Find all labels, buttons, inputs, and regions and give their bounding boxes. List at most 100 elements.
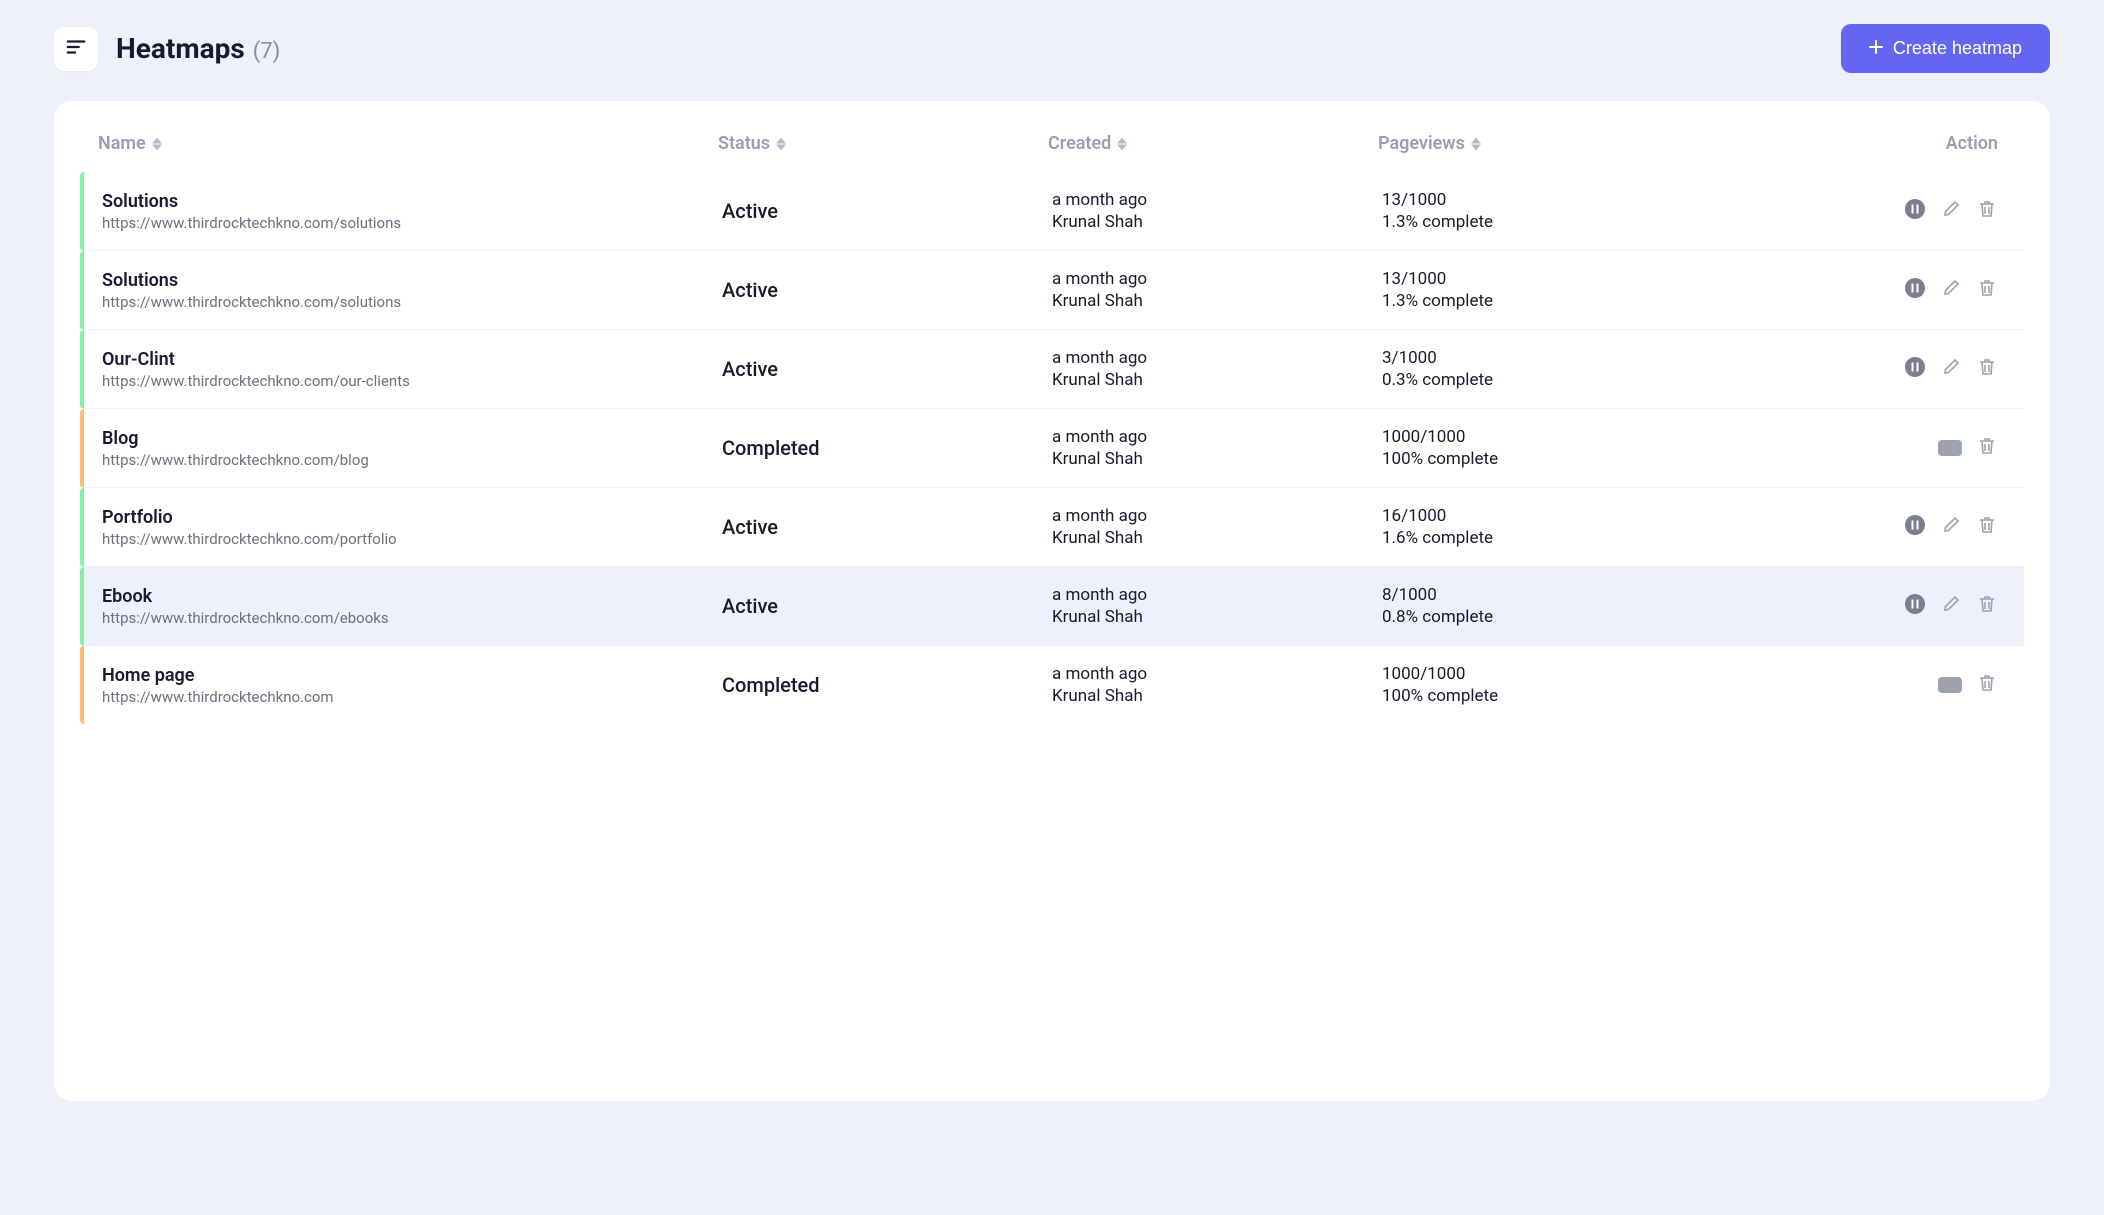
row-url: https://www.thirdrocktechkno.com: [102, 688, 722, 706]
row-created-ago: a month ago: [1052, 348, 1382, 368]
row-status: Active: [722, 199, 1052, 223]
table-header: Name Status Created: [54, 101, 2050, 172]
pause-button[interactable]: [1904, 358, 1926, 380]
header-name[interactable]: Name: [98, 133, 162, 154]
row-pageviews-count: 3/1000: [1382, 348, 1732, 368]
pause-button[interactable]: [1904, 595, 1926, 617]
delete-button[interactable]: [1976, 437, 1998, 459]
header-created-label: Created: [1048, 133, 1111, 154]
delete-button[interactable]: [1976, 516, 1998, 538]
page-title-count: (7): [253, 39, 281, 64]
table-row[interactable]: Solutions https://www.thirdrocktechkno.co…: [80, 251, 2024, 330]
header-pageviews[interactable]: Pageviews: [1378, 133, 1481, 154]
header-status-label: Status: [718, 133, 770, 154]
row-pageviews-pct: 1.3% complete: [1382, 212, 1732, 232]
row-actions: [1732, 674, 2006, 696]
create-heatmap-button[interactable]: Create heatmap: [1841, 24, 2050, 73]
topbar: Heatmaps (7) Create heatmap: [54, 24, 2050, 73]
edit-button[interactable]: [1940, 358, 1962, 380]
header-name-label: Name: [98, 133, 146, 154]
row-pageviews-pct: 100% complete: [1382, 449, 1732, 469]
page-title-text: Heatmaps: [116, 32, 245, 65]
trash-icon: [1977, 673, 1997, 697]
edit-button[interactable]: [1940, 200, 1962, 222]
pencil-icon: [1941, 594, 1961, 618]
row-pageviews-pct: 0.3% complete: [1382, 370, 1732, 390]
table-row[interactable]: Bloghttps://www.thirdrocktechkno.com/blo…: [80, 409, 2024, 488]
row-name: Our-Clint: [102, 349, 722, 370]
row-actions: [1732, 279, 2006, 301]
header-pageviews-label: Pageviews: [1378, 133, 1465, 154]
row-actions: [1732, 200, 2006, 222]
menu-icon: [65, 36, 87, 62]
pause-button[interactable]: [1904, 279, 1926, 301]
row-actions: [1732, 358, 2006, 380]
row-created-by: Krunal Shah: [1052, 607, 1382, 627]
row-created-by: Krunal Shah: [1052, 212, 1382, 232]
row-created-by: Krunal Shah: [1052, 370, 1382, 390]
row-url: https://www.thirdrocktechkno.com/ebooks: [102, 609, 722, 627]
row-pageviews-count: 13/1000: [1382, 269, 1732, 289]
row-created-by: Krunal Shah: [1052, 528, 1382, 548]
row-created-by: Krunal Shah: [1052, 686, 1382, 706]
row-created-by: Krunal Shah: [1052, 291, 1382, 311]
pause-button[interactable]: [1904, 516, 1926, 538]
disabled-action: [1938, 677, 1962, 693]
row-created-ago: a month ago: [1052, 664, 1382, 684]
row-created-ago: a month ago: [1052, 506, 1382, 526]
disabled-action: [1938, 440, 1962, 456]
delete-button[interactable]: [1976, 674, 1998, 696]
pencil-icon: [1941, 515, 1961, 539]
table-row[interactable]: Ebook https://www.thirdrocktechkno.com/eb…: [80, 567, 2024, 646]
row-pageviews-count: 8/1000: [1382, 585, 1732, 605]
row-url: https://www.thirdrocktechkno.com/solutio…: [102, 293, 722, 311]
table-row[interactable]: Portfoliohttps://www.thirdrocktechkno.co…: [80, 488, 2024, 567]
trash-icon: [1977, 357, 1997, 381]
heatmaps-card: Name Status Created: [54, 101, 2050, 1101]
delete-button[interactable]: [1976, 595, 1998, 617]
header-status[interactable]: Status: [718, 133, 786, 154]
row-status: Completed: [722, 673, 1052, 697]
sort-caret-icon: [1117, 137, 1127, 151]
row-status: Active: [722, 357, 1052, 381]
table-row[interactable]: Home pagehttps://www.thirdrocktechkno.co…: [80, 646, 2024, 724]
header-created[interactable]: Created: [1048, 133, 1127, 154]
row-actions: [1732, 516, 2006, 538]
row-name: Solutions: [102, 270, 722, 291]
row-name: Ebook: [102, 586, 722, 607]
delete-button[interactable]: [1976, 279, 1998, 301]
row-name: Blog: [102, 428, 722, 449]
row-status: Active: [722, 594, 1052, 618]
row-status: Completed: [722, 436, 1052, 460]
row-created-ago: a month ago: [1052, 190, 1382, 210]
edit-button[interactable]: [1940, 279, 1962, 301]
row-name: Portfolio: [102, 507, 722, 528]
row-url: https://www.thirdrocktechkno.com/solutio…: [102, 214, 722, 232]
header-action-label: Action: [1946, 133, 1998, 154]
row-created-ago: a month ago: [1052, 585, 1382, 605]
row-status: Active: [722, 515, 1052, 539]
row-pageviews-count: 16/1000: [1382, 506, 1732, 526]
row-pageviews-pct: 1.6% complete: [1382, 528, 1732, 548]
row-pageviews-pct: 0.8% complete: [1382, 607, 1732, 627]
trash-icon: [1977, 594, 1997, 618]
sort-caret-icon: [776, 137, 786, 151]
table-row[interactable]: Solutionshttps://www.thirdrocktechkno.co…: [80, 172, 2024, 251]
pause-button[interactable]: [1904, 200, 1926, 222]
pause-icon: [1905, 199, 1925, 223]
row-pageviews-pct: 1.3% complete: [1382, 291, 1732, 311]
pencil-icon: [1941, 357, 1961, 381]
delete-button[interactable]: [1976, 358, 1998, 380]
row-actions: [1732, 437, 2006, 459]
trash-icon: [1977, 515, 1997, 539]
edit-button[interactable]: [1940, 516, 1962, 538]
edit-button[interactable]: [1940, 595, 1962, 617]
row-pageviews-count: 1000/1000: [1382, 427, 1732, 447]
table-row[interactable]: Our-Clinthttps://www.thirdrocktechkno.co…: [80, 330, 2024, 409]
sort-caret-icon: [1471, 137, 1481, 151]
menu-button[interactable]: [54, 27, 98, 71]
sort-caret-icon: [152, 137, 162, 151]
pause-icon: [1905, 594, 1925, 618]
row-pageviews-pct: 100% complete: [1382, 686, 1732, 706]
delete-button[interactable]: [1976, 200, 1998, 222]
